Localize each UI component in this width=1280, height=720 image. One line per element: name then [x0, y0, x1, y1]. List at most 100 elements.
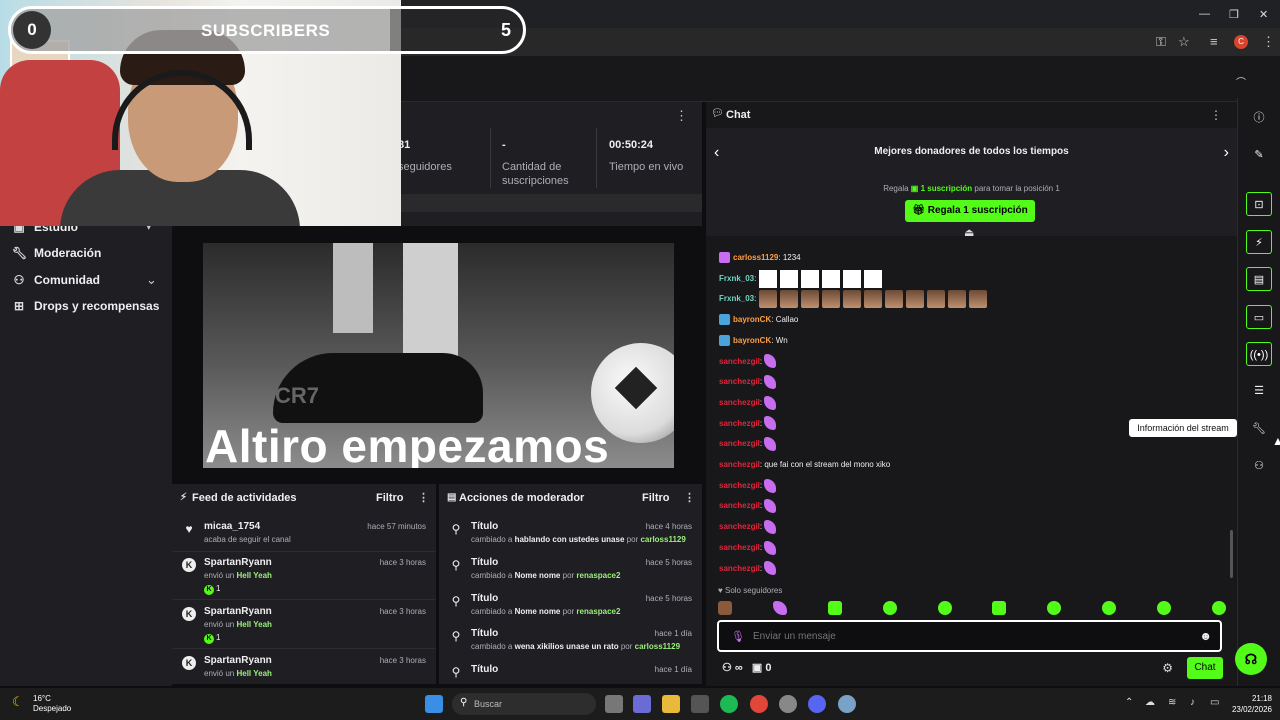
weather-widget[interactable]: 16°C Despejado — [33, 694, 71, 714]
chat-message[interactable]: sanchezgil: — [719, 353, 777, 371]
chat-username[interactable]: carloss1129 — [733, 253, 778, 262]
chat-message[interactable]: sanchezgil: — [719, 394, 777, 412]
activity-item[interactable]: K SpartanRyann hace 3 horas envió un Hel… — [172, 603, 436, 649]
chat-scrollbar[interactable] — [1230, 530, 1233, 578]
kebab-menu-icon[interactable]: ⋮ — [1210, 108, 1222, 122]
task-view-icon[interactable] — [605, 695, 623, 713]
chat-message[interactable]: sanchezgil: que fai con el stream del mo… — [719, 456, 890, 474]
chat-username[interactable]: Frxnk_03 — [719, 295, 754, 304]
chat-username[interactable]: sanchezgil — [719, 357, 760, 366]
mod-action-item[interactable]: ⚲ Título hace 1 día — [439, 661, 702, 684]
activity-item[interactable]: ♥ micaa_1754 hace 57 minutos acaba de se… — [172, 518, 436, 552]
spotify-icon[interactable] — [720, 695, 738, 713]
windows-start-icon[interactable] — [425, 695, 443, 713]
star-icon[interactable]: ☆ — [1178, 34, 1190, 50]
chat-username[interactable]: sanchezgil — [719, 419, 760, 428]
chevron-up-icon[interactable]: ⌃ — [1125, 697, 1133, 708]
chat-username[interactable]: bayronCK — [733, 336, 771, 345]
emote-icon[interactable] — [937, 601, 952, 615]
gear-icon[interactable]: ⚙ — [1162, 661, 1173, 675]
stream-preview[interactable]: CR7 Altiro empezamos — [203, 243, 674, 468]
chat-username[interactable]: sanchezgil — [719, 377, 760, 386]
file-explorer-icon[interactable] — [662, 695, 680, 713]
chat-username[interactable]: sanchezgil — [719, 460, 760, 469]
chevron-down-icon[interactable]: ⌄ — [146, 272, 157, 288]
mod-action-item[interactable]: ⚲ Título hace 5 horas cambiado a Nome no… — [439, 590, 702, 628]
emote-icon[interactable] — [718, 601, 732, 615]
kebab-menu-icon[interactable]: ⋮ — [1262, 34, 1275, 50]
maximize-icon[interactable]: ❐ — [1229, 8, 1239, 21]
chat-message[interactable]: sanchezgil: — [719, 435, 777, 453]
kebab-menu-icon[interactable]: ⋮ — [418, 491, 429, 504]
pin-collapse-icon[interactable]: ⏏ — [964, 226, 974, 239]
chat-message[interactable]: Frxnk_03: — [719, 269, 885, 288]
chat-username[interactable]: sanchezgil — [719, 481, 760, 490]
emote-icon[interactable] — [992, 601, 1007, 615]
chat-message[interactable]: sanchezgil: — [719, 477, 777, 495]
document-icon[interactable]: ▤ — [1246, 267, 1272, 291]
teams-icon[interactable] — [633, 695, 651, 713]
taskbar-search[interactable]: ⚲ Buscar — [452, 693, 596, 715]
mod-action-item[interactable]: ⚲ Título hace 5 horas cambiado a Nome no… — [439, 554, 702, 592]
discord-icon[interactable] — [808, 695, 826, 713]
speaker-icon[interactable]: ♪ — [1190, 697, 1195, 708]
profile-avatar[interactable]: C — [1234, 35, 1248, 49]
chat-username[interactable]: sanchezgil — [719, 501, 760, 510]
chat-input-box[interactable]: 🎙︎ ☻ — [717, 620, 1222, 652]
chat-username[interactable]: sanchezgil — [719, 398, 760, 407]
chat-message[interactable]: sanchezgil: — [719, 373, 777, 391]
chat-username[interactable]: sanchezgil — [719, 439, 760, 448]
chat-message[interactable]: sanchezgil: — [719, 497, 777, 515]
activity-item[interactable]: K SpartanRyann hace 3 horas envió un Hel… — [172, 652, 436, 682]
mod-action-item[interactable]: ⚲ Título hace 4 horas cambiado a habland… — [439, 518, 702, 556]
chat-message[interactable]: Frxnk_03: — [719, 290, 990, 309]
mic-icon[interactable]: 🎙︎ — [731, 630, 745, 643]
cloud-icon[interactable]: ☁ — [1145, 697, 1155, 708]
kebab-menu-icon[interactable]: ⋮ — [684, 491, 695, 504]
layers-icon[interactable]: ☰ — [1246, 379, 1272, 403]
chat-username[interactable]: sanchezgil — [719, 543, 760, 552]
chat-message[interactable]: sanchezgil: — [719, 415, 777, 433]
chat-message[interactable]: bayronCK: Wn — [719, 332, 788, 350]
activity-item[interactable]: K SpartanRyann hace 3 horas envió un Hel… — [172, 554, 436, 600]
nav-item-drops[interactable]: ⊞ Drops y recompensas — [12, 299, 159, 313]
mod-action-item[interactable]: ⚲ Título hace 1 día cambiado a wena xiki… — [439, 625, 702, 663]
user-count[interactable]: ⚇ ∞ ▣ 0 — [722, 661, 772, 674]
system-clock[interactable]: 21:18 23/02/2026 — [1232, 693, 1272, 715]
chat-username[interactable]: sanchezgil — [719, 522, 760, 531]
broadcast-icon[interactable]: ((•)) — [1246, 342, 1272, 366]
emoji-icon[interactable]: ☻ — [1199, 629, 1212, 643]
chat-message[interactable]: sanchezgil: — [719, 560, 777, 578]
obs-icon[interactable] — [779, 695, 797, 713]
emote-icon[interactable] — [827, 601, 842, 615]
chat-icon[interactable]: ▭ — [1246, 305, 1272, 329]
send-chat-button[interactable]: Chat — [1187, 657, 1223, 679]
chat-message-input[interactable] — [753, 631, 1173, 642]
media-icon[interactable]: ≡ — [1210, 34, 1218, 49]
wrench-icon[interactable]: 🔧︎ — [1246, 417, 1272, 441]
filter-button[interactable]: Filtro — [642, 492, 670, 504]
close-icon[interactable]: ✕ — [1259, 8, 1268, 21]
chat-username[interactable]: Frxnk_03 — [719, 274, 754, 283]
store-icon[interactable] — [691, 695, 709, 713]
key-icon[interactable]: ⚿ — [1156, 34, 1166, 50]
minimize-icon[interactable]: — — [1199, 8, 1210, 20]
battery-icon[interactable]: ▭ — [1210, 697, 1219, 708]
wifi-icon[interactable]: ≋ — [1168, 697, 1176, 708]
chat-username[interactable]: sanchezgil — [719, 564, 760, 573]
nav-item-moderation[interactable]: 🔧︎ Moderación — [12, 246, 101, 260]
emote-icon[interactable] — [1047, 601, 1062, 615]
emote-icon[interactable] — [1102, 601, 1117, 615]
settings-icon[interactable] — [838, 695, 856, 713]
chat-message[interactable]: bayronCK: Callao — [719, 311, 798, 329]
chat-message[interactable]: carloss1129: 1234 — [719, 249, 801, 267]
users-icon[interactable]: ⚇ — [1246, 454, 1272, 478]
chat-username[interactable]: bayronCK — [733, 315, 771, 324]
chevron-right-icon[interactable]: › — [1224, 144, 1229, 162]
bolt-icon[interactable]: ⚡︎ — [1246, 230, 1272, 254]
filter-button[interactable]: Filtro — [376, 492, 404, 504]
gift-subscription-button[interactable]: 🎁︎ Regala 1 suscripción — [905, 200, 1035, 222]
support-button[interactable]: ☊ — [1235, 643, 1267, 675]
emote-icon[interactable] — [882, 601, 897, 615]
info-icon[interactable]: ⓘ — [1246, 106, 1272, 130]
